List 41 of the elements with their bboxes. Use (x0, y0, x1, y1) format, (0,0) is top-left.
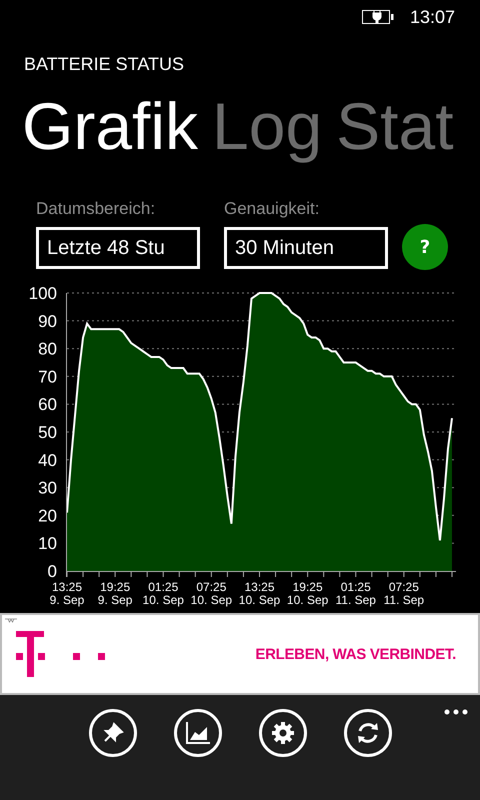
ad-banner[interactable]: ERLEBEN, WAS VERBINDET. (0, 613, 480, 695)
y-tick-label: 0 (48, 562, 57, 581)
y-tick-label: 90 (38, 312, 57, 331)
x-tick-label: 13:25 10. Sep (238, 580, 280, 607)
x-tick-label: 19:25 10. Sep (286, 580, 328, 607)
x-tick-label: 01:25 11. Sep (336, 580, 376, 607)
clock-time: 13:07 (410, 6, 455, 28)
x-tick-label: 13:25 9. Sep (50, 580, 84, 607)
x-tick-label: 07:25 11. Sep (384, 580, 424, 607)
battery-charging-icon (362, 10, 394, 24)
pin-button[interactable] (88, 709, 136, 757)
refresh-button[interactable] (344, 709, 392, 757)
pivot-tab[interactable]: Grafik (22, 87, 198, 165)
help-button[interactable]: ? (402, 224, 448, 270)
ad-slogan: ERLEBEN, WAS VERBINDET. (255, 646, 456, 662)
x-tick-label: 07:25 10. Sep (190, 580, 232, 607)
dropdown-field[interactable]: Letzte 48 Stu (36, 227, 200, 269)
x-tick-label: 01:25 10. Sep (142, 580, 184, 607)
pivot-tab[interactable]: Stat (336, 87, 454, 165)
app-title: BATTERIE STATUS (24, 54, 186, 75)
pin-icon (102, 722, 124, 744)
y-tick-label: 40 (38, 450, 57, 470)
y-tick-label: 100 (28, 284, 57, 303)
pivot-tab[interactable]: Log (212, 87, 322, 165)
chart-button[interactable] (174, 709, 222, 757)
y-tick-label: 10 (38, 534, 57, 554)
x-tick-label: 19:25 9. Sep (98, 580, 132, 607)
field-label: Datumsbereich: (36, 199, 156, 219)
y-tick-label: 70 (38, 367, 57, 386)
ad-marker-icon (5, 618, 17, 623)
settings-button[interactable] (258, 709, 306, 757)
y-tick-label: 80 (38, 340, 57, 359)
settings-icon (270, 721, 294, 745)
more-icon[interactable] (444, 709, 468, 715)
field-label: Genauigkeit: (224, 199, 320, 219)
y-tick-label: 30 (38, 478, 57, 498)
y-tick-label: 50 (38, 423, 57, 442)
chart-icon (184, 721, 210, 745)
y-tick-label: 60 (38, 395, 57, 414)
dropdown-field[interactable]: 30 Minuten (224, 227, 388, 269)
y-tick-label: 20 (38, 506, 57, 526)
